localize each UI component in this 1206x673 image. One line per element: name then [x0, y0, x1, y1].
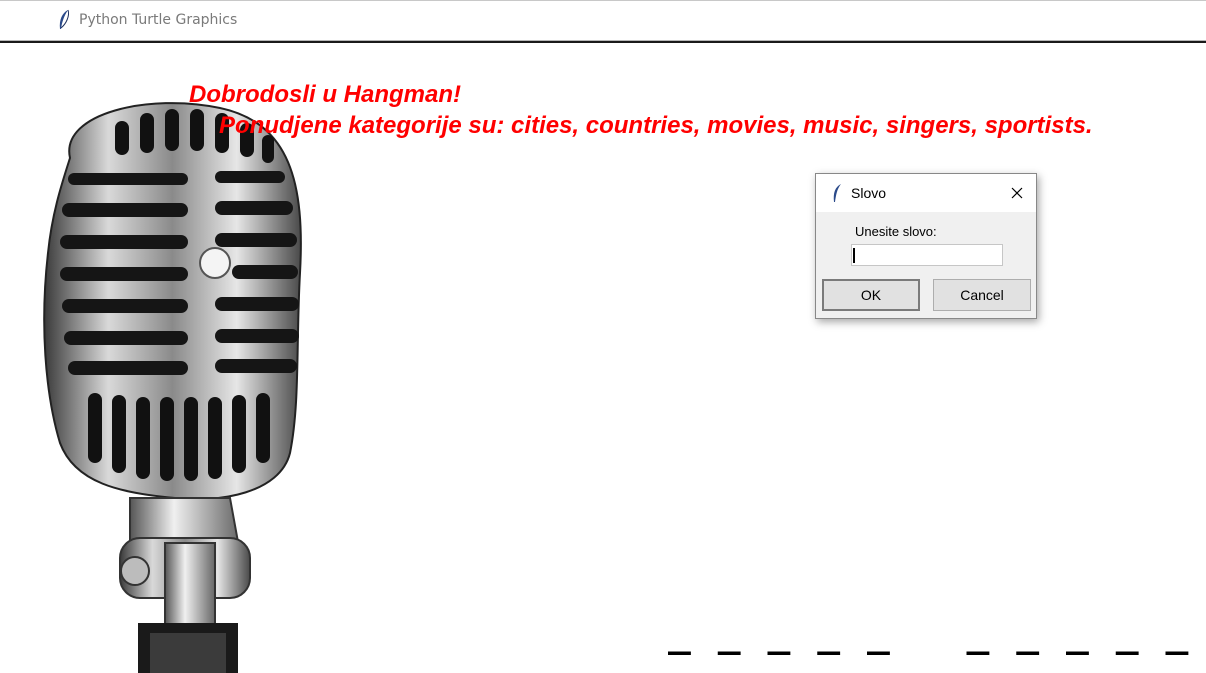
close-button[interactable]	[1004, 182, 1030, 204]
dialog-prompt: Unesite slovo:	[855, 224, 937, 239]
window-titlebar: Python Turtle Graphics	[0, 0, 1206, 40]
close-icon	[1011, 187, 1023, 199]
word-blanks: _ _ _ _ _ _ _ _ _ _ _ _ _	[668, 611, 1191, 655]
text-caret	[853, 248, 855, 263]
letter-dialog: Slovo Unesite slovo: OK Cancel	[815, 173, 1037, 319]
welcome-heading: Dobrodosli u Hangman!	[189, 81, 461, 108]
categories-text: Ponudjene kategorije su: cities, countri…	[219, 112, 1093, 139]
letter-input[interactable]	[851, 244, 1003, 266]
feather-icon	[833, 184, 841, 202]
turtle-canvas[interactable]: Dobrodosli u Hangman! Ponudjene kategori…	[0, 43, 1206, 673]
ok-button[interactable]: OK	[822, 279, 920, 311]
feather-icon	[59, 9, 69, 29]
dialog-titlebar[interactable]: Slovo	[816, 174, 1036, 212]
cancel-button[interactable]: Cancel	[933, 279, 1031, 311]
dialog-title: Slovo	[851, 185, 887, 201]
window-title: Python Turtle Graphics	[79, 12, 238, 28]
